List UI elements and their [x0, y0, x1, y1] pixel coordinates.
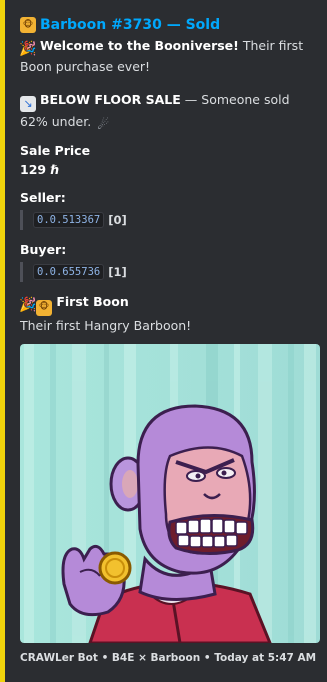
- seller-label: Seller:: [20, 190, 66, 205]
- first-boon-title-row: 🎉 🐵 First Boon: [19, 292, 319, 316]
- seller-count: [0]: [108, 213, 127, 227]
- embed-footer: CRAWLer Bot • B4E × Barboon • Today at 5…: [20, 651, 317, 664]
- below-floor-message: ↘ BELOW FLOOR SALE — Someone sold 62% un…: [20, 90, 319, 133]
- seller-field: Seller: 0.0.513367 [0]: [20, 188, 319, 230]
- comet-icon: ☄: [97, 117, 110, 133]
- buyer-account-id[interactable]: 0.0.655736: [33, 264, 105, 280]
- nft-image[interactable]: [20, 343, 320, 643]
- sale-price-label: Sale Price: [20, 143, 91, 158]
- party-popper-icon: 🎉: [19, 297, 37, 313]
- barboon-artwork: [20, 343, 320, 643]
- first-boon-field: 🎉 🐵 First Boon Their first Hangry Barboon…: [19, 292, 319, 335]
- sale-price-value: 129 ℏ: [20, 162, 60, 177]
- welcome-message: 🎉 Welcome to the Booniverse! Their first…: [19, 36, 319, 76]
- embed-title-row: 🐵 Barboon #3730 — Sold: [20, 14, 319, 36]
- sale-embed: 🐵 Barboon #3730 — Sold 🎉 Welcome to the …: [0, 0, 327, 682]
- buyer-field: Buyer: 0.0.655736 [1]: [20, 240, 319, 282]
- seller-quote: 0.0.513367 [0]: [20, 210, 319, 230]
- monkey-emoji-icon: 🐵: [20, 17, 36, 33]
- buyer-quote: 0.0.655736 [1]: [20, 262, 319, 282]
- chart-decreasing-icon: ↘: [20, 95, 36, 112]
- first-boon-text: Their first Hangry Barboon!: [20, 317, 192, 333]
- first-boon-label: First Boon: [56, 294, 129, 309]
- buyer-label: Buyer:: [20, 242, 67, 257]
- buyer-count: [1]: [108, 265, 127, 279]
- monkey-emoji-icon: 🐵: [36, 299, 52, 316]
- embed-title[interactable]: Barboon #3730 — Sold: [40, 17, 220, 33]
- party-popper-icon: 🎉: [19, 41, 37, 57]
- sale-price-field: Sale Price 129 ℏ: [20, 141, 319, 179]
- below-floor-bold: BELOW FLOOR SALE: [39, 92, 181, 107]
- seller-account-id[interactable]: 0.0.513367: [33, 212, 105, 228]
- welcome-bold: Welcome to the Booniverse!: [39, 38, 239, 53]
